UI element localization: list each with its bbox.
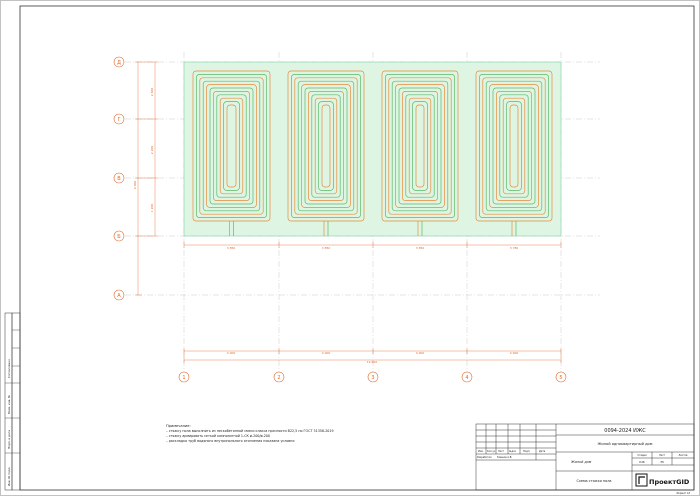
stamp-col-header: Дата [539,450,546,453]
strip-label: Подп. и дата [7,430,11,449]
stamp-part: Жилой дом [570,460,592,464]
notes-line: – стяжку пола выполнить из пескобетонной… [166,429,334,433]
column-axis-markers: 1 2 3 4 5 [178,371,567,383]
svg-text:Б: Б [117,234,121,240]
strip-label: Согласовано [7,359,11,378]
svg-text:В: В [117,176,121,182]
stamp-col-header: Изм. [478,450,484,453]
stamp-col-header: Лист [498,450,505,453]
svg-text:2: 2 [277,375,280,381]
dim-segment: 4 900 [510,351,519,355]
svg-text:1: 1 [182,375,185,381]
dim-total: 19 600 [367,360,378,364]
drawing-sheet: Согласовано Взам. инв. № Подп. и дата Ин… [0,0,700,496]
axis-marker-row-4: Б [113,230,125,242]
svg-text:Г: Г [117,117,120,123]
axis-marker-5: 5 [555,371,567,383]
axis-marker-4: 4 [461,371,473,383]
dim-top-small: 3 780 [510,246,519,250]
stamp-sheets-label: Листов [679,454,689,457]
stamp-sheet-label: Лист [659,454,666,457]
axis-marker-3: 3 [367,371,379,383]
dim-segment: 4 900 [322,351,331,355]
dim-left-total: 6 000 [133,181,137,190]
stamp-stage: КЖ [639,460,645,464]
axis-marker-row-1: Д [113,56,125,68]
svg-text:Д: Д [117,60,121,66]
row-axis-markers: Д Г В Б А [113,56,125,301]
svg-text:А: А [117,293,121,299]
left-binding-strip: Согласовано Взам. инв. № Подп. и дата Ин… [4,312,21,491]
stamp-object: Жилой одноквартирный дом [598,442,653,446]
dim-top-small: 3 850 [322,246,331,250]
svg-text:3: 3 [371,375,374,381]
logo-text: ПроектGID [649,478,690,486]
dim-segment: 4 900 [227,351,236,355]
stamp-sheet: 35 [660,460,664,464]
stamp-sheet-title: Схема стяжки пола [577,479,612,483]
strip-label: Инв. № подл. [7,467,11,486]
dim-left-segment: 2 600 [150,88,154,97]
bottom-dimension-chain [183,242,562,363]
notes-heading: Примечание: [166,424,191,428]
stamp-developer-name: Ковшов А.В. [497,456,512,459]
strip-label: Взам. инв. № [7,395,11,414]
svg-text:4: 4 [465,375,468,381]
dim-top-small: 3 850 [416,246,425,250]
axis-marker-row-3: В [113,172,125,184]
dim-top-small: 3 850 [227,246,236,250]
svg-text:5: 5 [559,375,562,381]
notes-line: – раскладка труб водяного внутрипольного… [166,439,294,443]
stamp-stage-label: Стадия [637,454,647,457]
stamp-col-header: №док [509,450,517,453]
axis-marker-1: 1 [178,371,190,383]
company-logo: ПроектGID [635,473,690,487]
axis-marker-row-2: Г [113,113,125,125]
dim-left-segment: 1 200 [150,204,154,213]
axis-marker-2: 2 [273,371,285,383]
dim-left-segment: 2 200 [150,146,154,155]
stamp-col-header: Подп. [523,450,530,453]
axis-marker-row-5: А [113,289,125,301]
dim-segment: 4 900 [416,351,425,355]
stamp-col-header: Кол.уч [487,450,496,453]
stamp-code: 0094-2024 ИЖС [604,428,646,434]
stamp-developer-role: Разработал [477,456,492,459]
notes-block: Примечание: – стяжку пола выполнить из п… [166,424,334,443]
notes-line: – стяжку армировать сеткой композитной 1… [166,434,270,438]
left-dimension-chain [135,61,158,296]
sheet-format: Формат А3 [676,492,690,495]
